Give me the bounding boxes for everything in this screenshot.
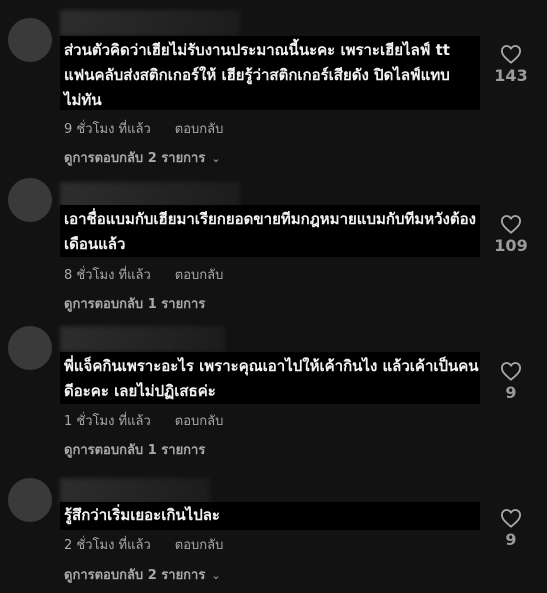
reply-button[interactable]: ตอบกลับ <box>175 410 224 431</box>
like-button[interactable]: 9 <box>493 508 529 549</box>
avatar[interactable] <box>8 18 52 62</box>
comment-meta: 9 ชั่วโมง ที่แล้ว ตอบกลับ <box>64 118 223 139</box>
reply-button[interactable]: ตอบกลับ <box>175 264 224 285</box>
view-replies-label: ดูการตอบกลับ 2 รายการ <box>64 151 206 166</box>
comment-text: รู้สึกว่าเริ่มเยอะเกินไปละ <box>64 506 220 524</box>
comment-timestamp: 2 ชั่วโมง ที่แล้ว <box>64 538 151 553</box>
heart-outline-icon <box>500 362 522 381</box>
view-replies-label: ดูการตอบกลับ 1 รายการ <box>64 297 206 312</box>
comment-text: ส่วนตัวคิดว่าเฮียไม่รับงานประมาณนี้นะคะ … <box>64 41 450 109</box>
like-button[interactable]: 143 <box>493 44 529 85</box>
comment-meta: 1 ชั่วโมง ที่แล้ว ตอบกลับ <box>64 410 223 431</box>
like-count: 109 <box>494 236 528 255</box>
like-button[interactable]: 9 <box>493 361 529 402</box>
view-replies-label: ดูการตอบกลับ 2 รายการ <box>64 568 206 583</box>
comment-meta: 8 ชั่วโมง ที่แล้ว ตอบกลับ <box>64 264 223 285</box>
username-blurred <box>60 10 240 36</box>
heart-outline-icon <box>500 45 522 64</box>
chevron-down-icon: ⌄ <box>211 152 221 165</box>
avatar[interactable] <box>8 326 52 370</box>
username-blurred <box>60 478 210 504</box>
comment-timestamp: 9 ชั่วโมง ที่แล้ว <box>64 122 151 137</box>
view-replies-button[interactable]: ดูการตอบกลับ 2 รายการ ⌄ <box>64 564 221 585</box>
comment-timestamp: 1 ชั่วโมง ที่แล้ว <box>64 414 151 429</box>
view-replies-button[interactable]: ดูการตอบกลับ 1 รายการ <box>64 293 205 314</box>
avatar[interactable] <box>8 178 52 222</box>
comment-text: เอาชื่อแบมกับเฮียมาเรียกยอดขายทีมกฎหมายแ… <box>64 210 476 253</box>
heart-outline-icon <box>500 509 522 528</box>
chevron-down-icon: ⌄ <box>211 569 221 582</box>
comment-text: พี่แจ็คกินเพราะอะไร เพราะคุณเอาไปให้เค้า… <box>64 357 479 400</box>
view-replies-label: ดูการตอบกลับ 1 รายการ <box>64 443 206 458</box>
like-button[interactable]: 109 <box>493 214 529 255</box>
view-replies-button[interactable]: ดูการตอบกลับ 1 รายการ <box>64 439 205 460</box>
view-replies-button[interactable]: ดูการตอบกลับ 2 รายการ ⌄ <box>64 147 221 168</box>
reply-button[interactable]: ตอบกลับ <box>175 534 224 555</box>
like-count: 143 <box>494 66 528 85</box>
like-count: 9 <box>505 383 517 402</box>
comment-meta: 2 ชั่วโมง ที่แล้ว ตอบกลับ <box>64 534 223 555</box>
avatar[interactable] <box>8 478 52 522</box>
comment-timestamp: 8 ชั่วโมง ที่แล้ว <box>64 268 151 283</box>
username-blurred <box>60 326 225 352</box>
like-count: 9 <box>505 530 517 549</box>
reply-button[interactable]: ตอบกลับ <box>175 118 224 139</box>
heart-outline-icon <box>500 215 522 234</box>
